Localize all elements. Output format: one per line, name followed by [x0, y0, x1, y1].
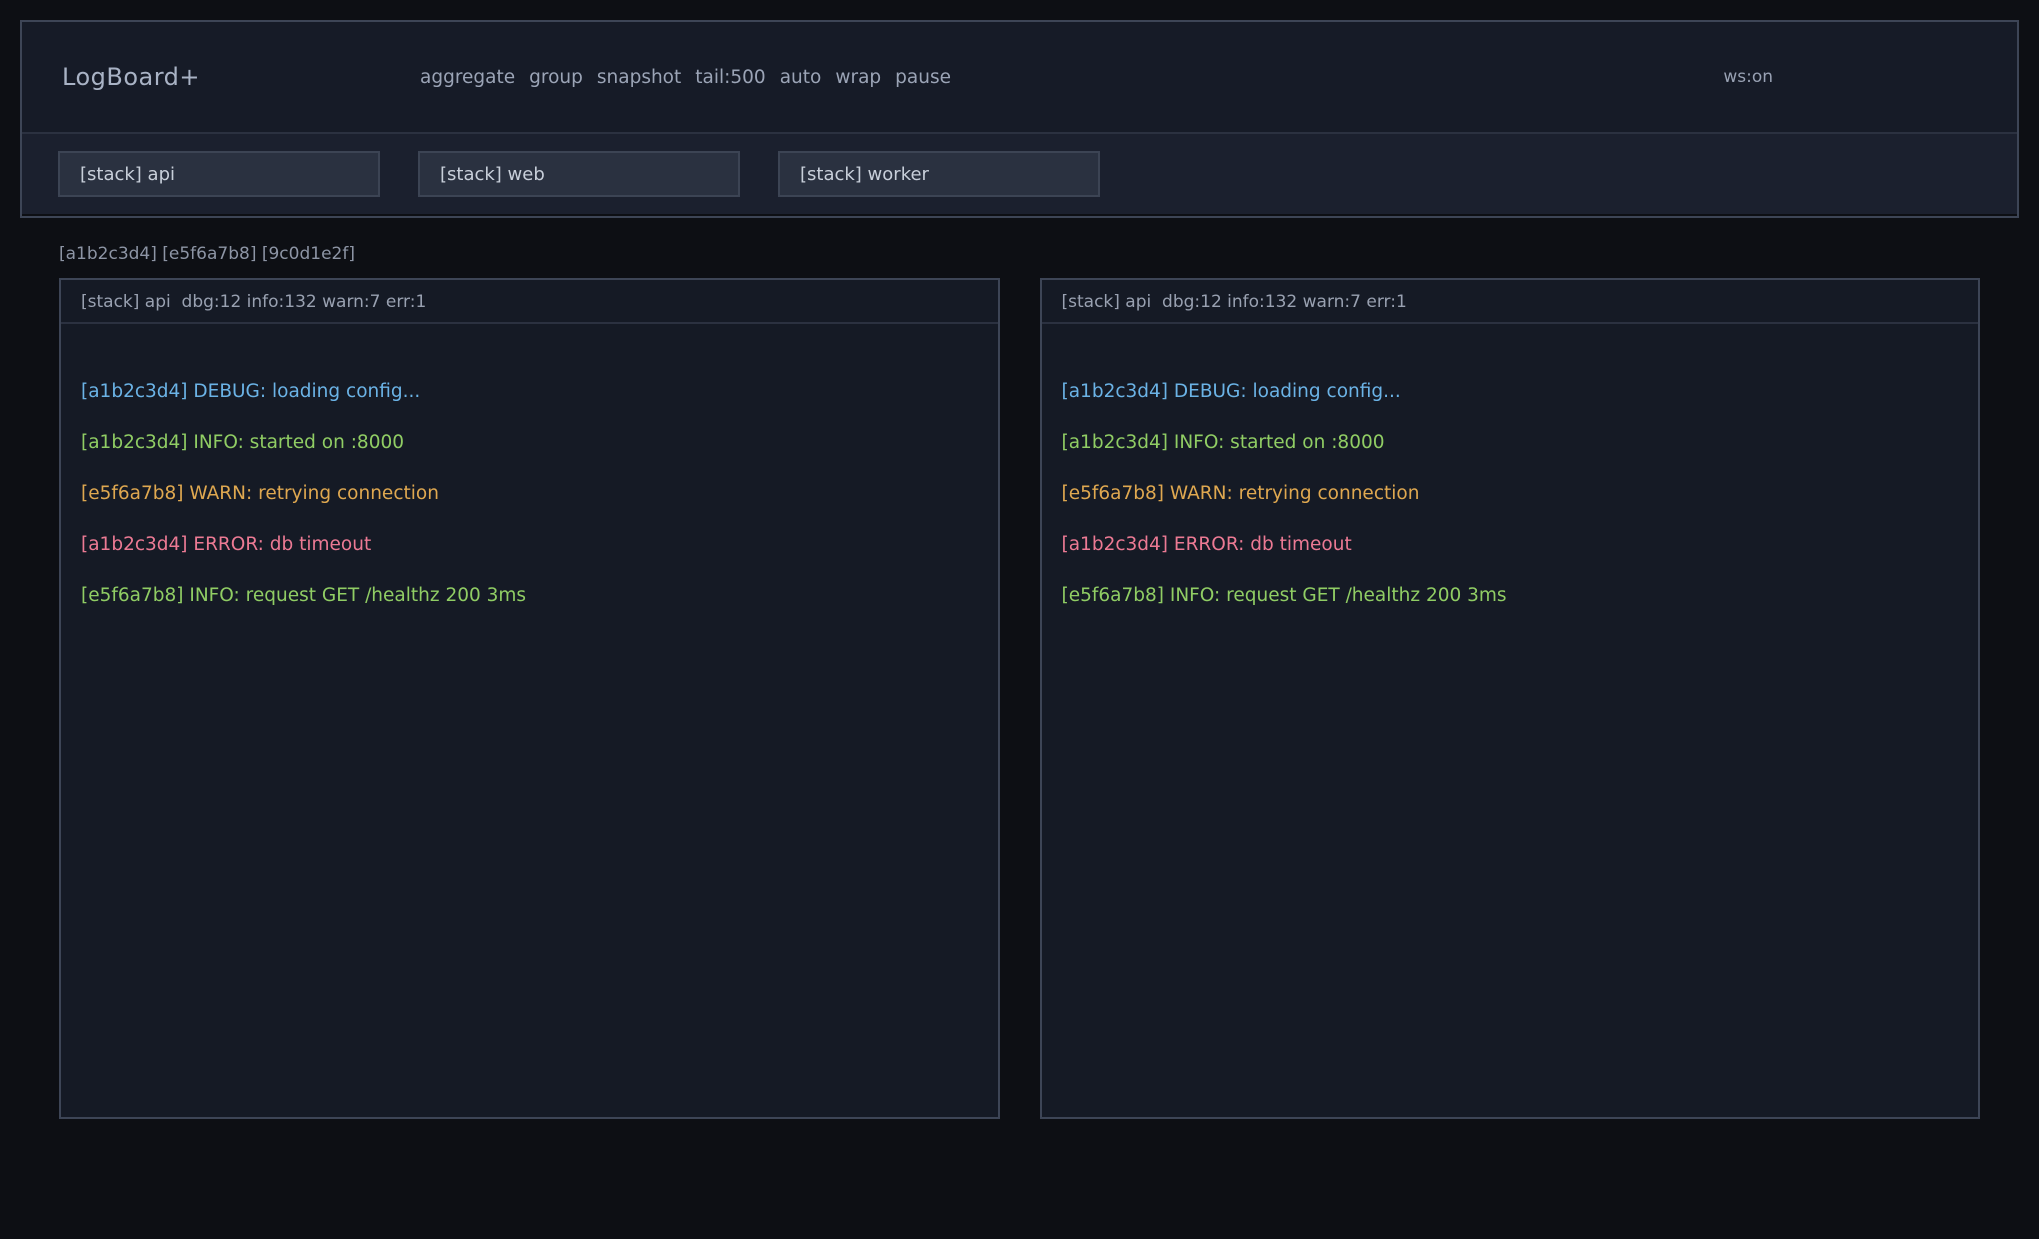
log-panel-body: [a1b2c3d4] DEBUG: loading config... [a1b… — [61, 324, 998, 641]
log-line: [a1b2c3d4] DEBUG: loading config... — [1062, 366, 1959, 417]
toolbar-item-pause[interactable]: pause — [895, 67, 951, 88]
tab-label: [stack] worker — [800, 164, 929, 185]
top-bar: LogBoard+ aggregate group snapshot tail:… — [20, 20, 2019, 218]
stack-tabs-row: [stack] api [stack] web [stack] worker — [22, 134, 2017, 214]
log-line: [a1b2c3d4] DEBUG: loading config... — [81, 366, 978, 417]
tab-stack-api[interactable]: [stack] api — [58, 151, 380, 197]
log-panel-left: [stack] api dbg:12 info:132 warn:7 err:1… — [59, 278, 1000, 1119]
app-title: LogBoard+ — [62, 63, 200, 91]
toolbar-item-group[interactable]: group — [529, 67, 583, 88]
log-line: [e5f6a7b8] WARN: retrying connection — [1062, 468, 1959, 519]
toolbar-item-wrap[interactable]: wrap — [835, 67, 881, 88]
log-panels-grid: [stack] api dbg:12 info:132 warn:7 err:1… — [59, 278, 1980, 1119]
tab-stack-web[interactable]: [stack] web — [418, 151, 740, 197]
tab-label: [stack] api — [80, 164, 175, 185]
log-line: [a1b2c3d4] ERROR: db timeout — [81, 519, 978, 570]
log-line: [e5f6a7b8] WARN: retrying connection — [81, 468, 978, 519]
toolbar-item-auto[interactable]: auto — [780, 67, 822, 88]
tab-stack-worker[interactable]: [stack] worker — [778, 151, 1100, 197]
log-line: [a1b2c3d4] INFO: started on :8000 — [81, 417, 978, 468]
websocket-status-toggle[interactable]: ws:on — [1723, 67, 1773, 87]
log-line: [e5f6a7b8] INFO: request GET /healthz 20… — [1062, 570, 1959, 621]
request-id-list: [a1b2c3d4] [e5f6a7b8] [9c0d1e2f] — [59, 244, 1980, 264]
toolbar-item-snapshot[interactable]: snapshot — [597, 67, 681, 88]
log-line: [a1b2c3d4] INFO: started on :8000 — [1062, 417, 1959, 468]
header-row: LogBoard+ aggregate group snapshot tail:… — [22, 22, 2017, 134]
log-line: [e5f6a7b8] INFO: request GET /healthz 20… — [81, 570, 978, 621]
log-panel-right: [stack] api dbg:12 info:132 warn:7 err:1… — [1040, 278, 1981, 1119]
log-panel-body: [a1b2c3d4] DEBUG: loading config... [a1b… — [1042, 324, 1979, 641]
toolbar-item-tail[interactable]: tail:500 — [695, 67, 765, 88]
log-panel-header: [stack] api dbg:12 info:132 warn:7 err:1 — [1042, 280, 1979, 324]
toolbar: aggregate group snapshot tail:500 auto w… — [420, 67, 951, 88]
toolbar-item-aggregate[interactable]: aggregate — [420, 67, 515, 88]
log-panel-header: [stack] api dbg:12 info:132 warn:7 err:1 — [61, 280, 998, 324]
tab-label: [stack] web — [440, 164, 545, 185]
log-line: [a1b2c3d4] ERROR: db timeout — [1062, 519, 1959, 570]
main-content: [a1b2c3d4] [e5f6a7b8] [9c0d1e2f] [stack]… — [59, 244, 1980, 1119]
